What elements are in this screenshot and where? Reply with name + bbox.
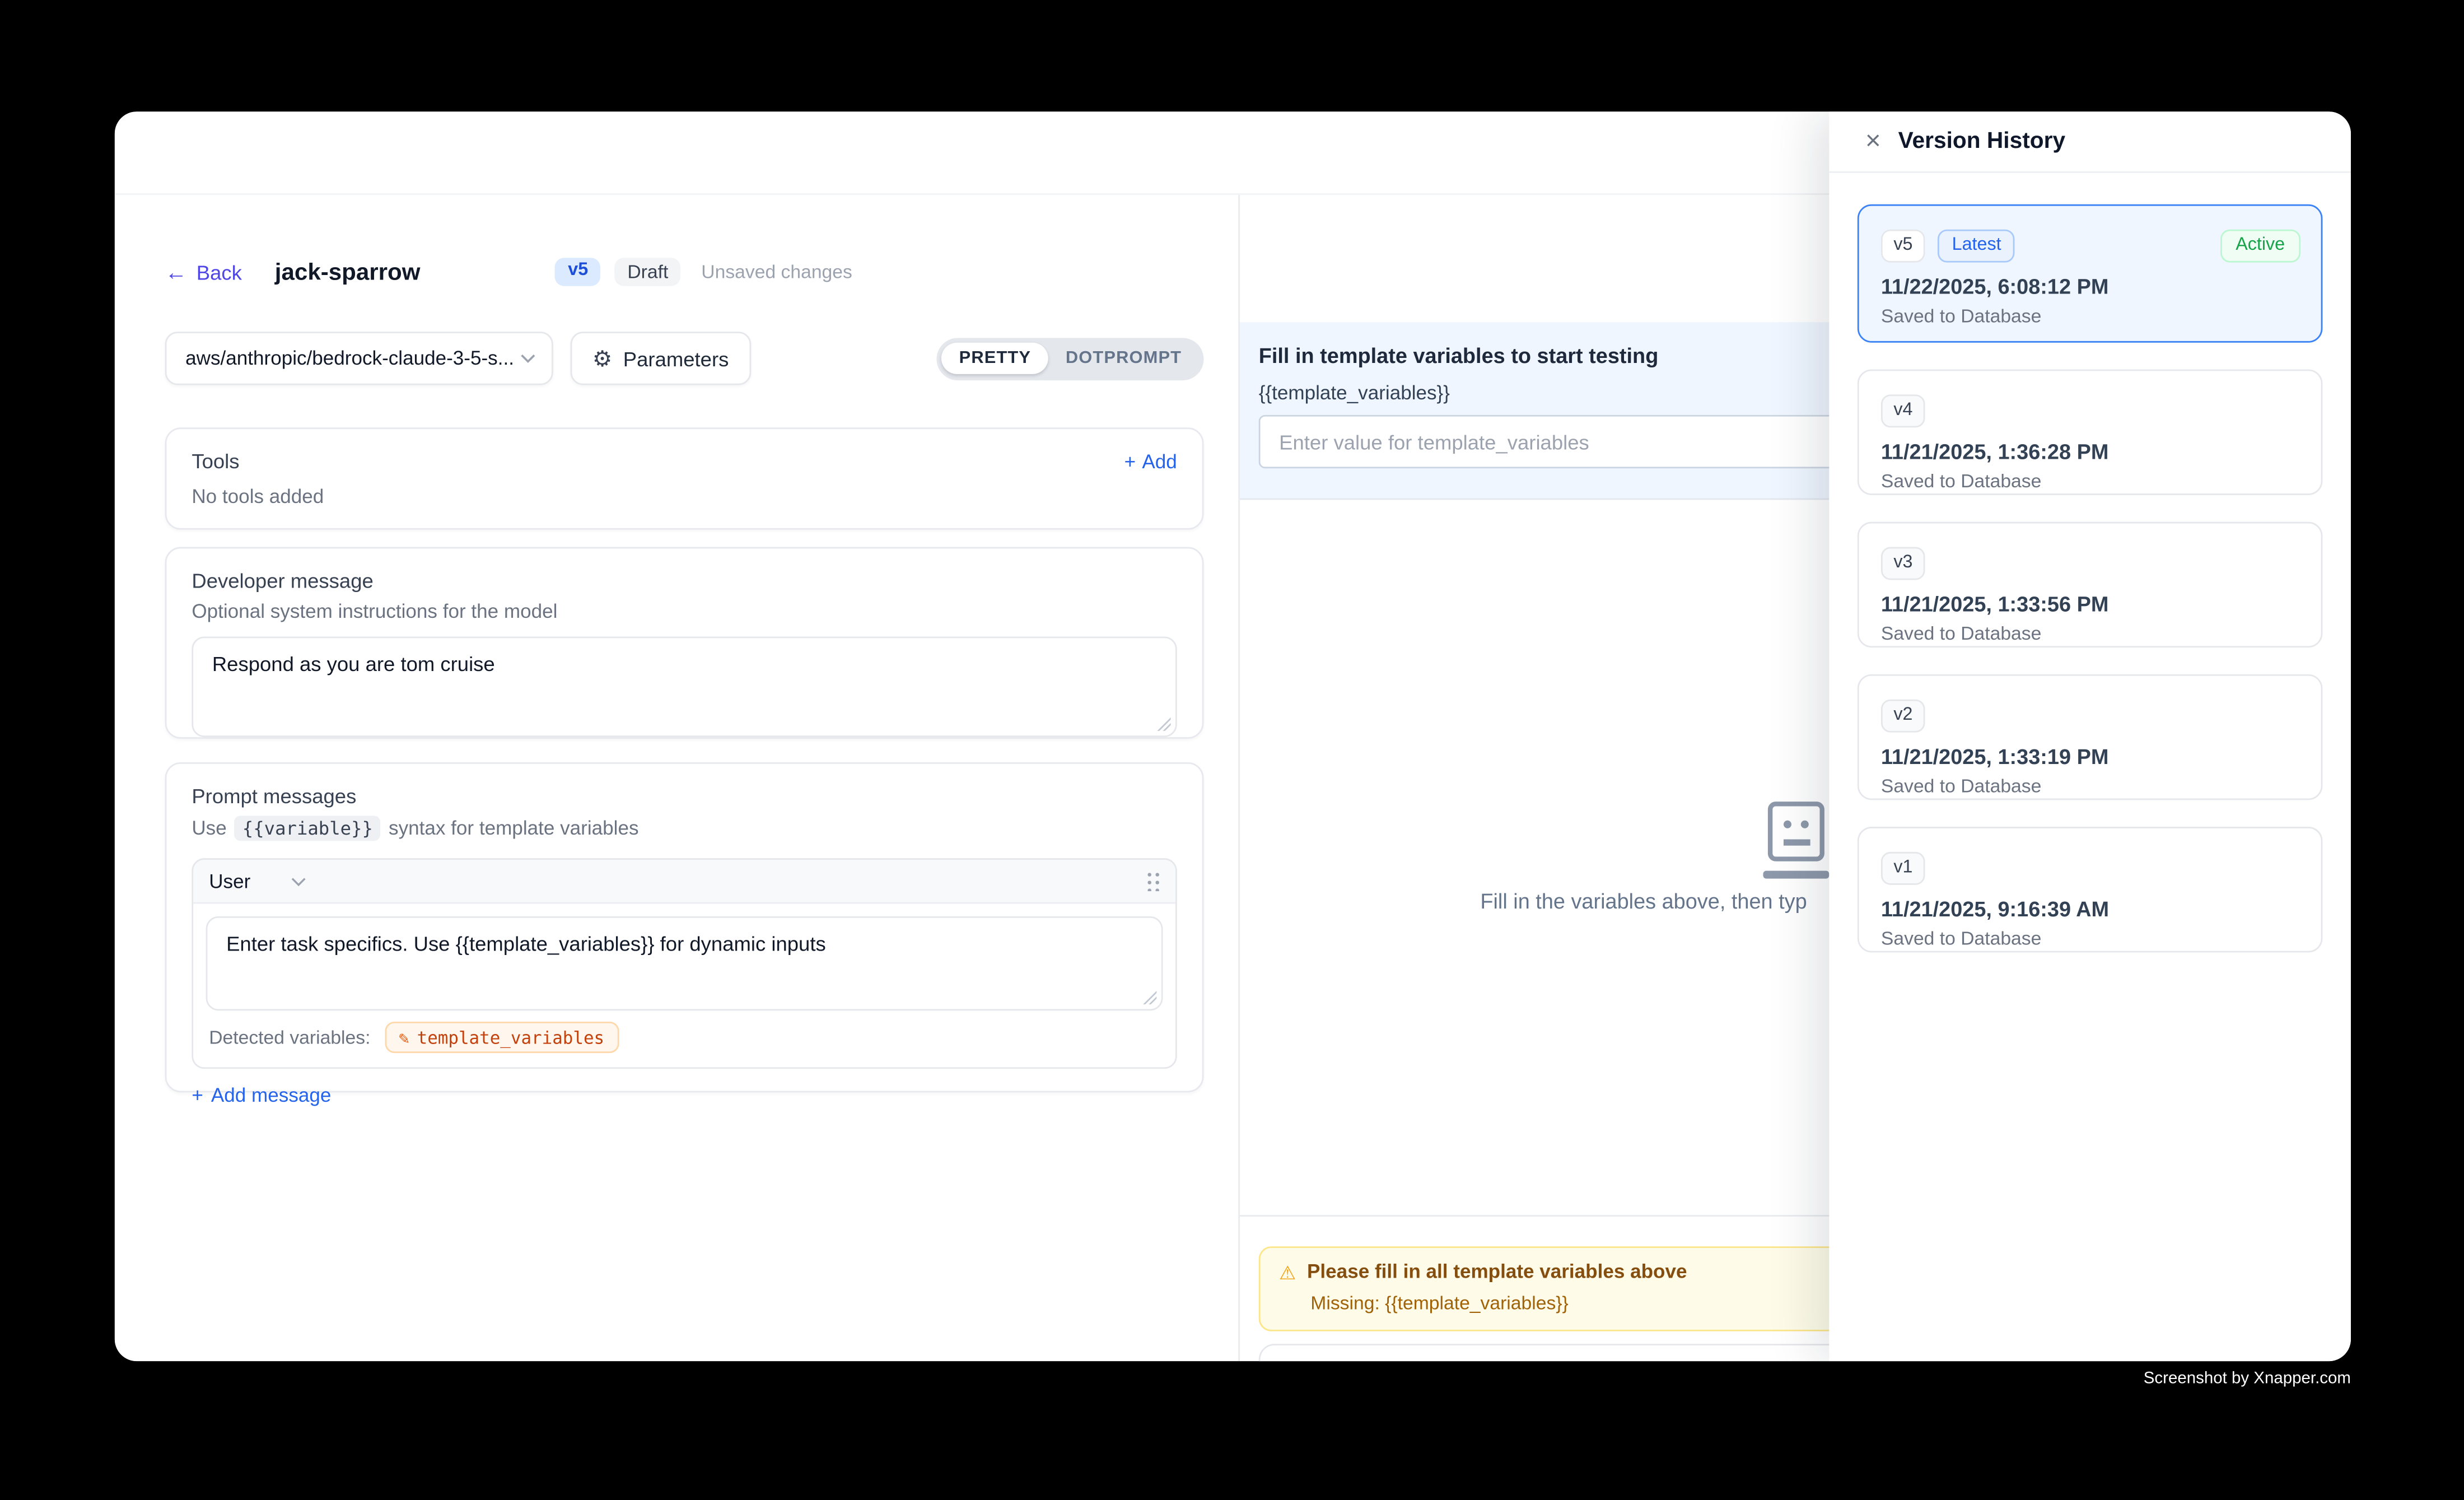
developer-message-textarea[interactable]: Respond as you are tom cruise xyxy=(192,636,1177,737)
format-toggle-option-pretty[interactable]: PRETTY xyxy=(942,342,1048,374)
prompt-messages-title: Prompt messages xyxy=(192,784,1177,808)
drag-handle-icon[interactable] xyxy=(1146,871,1160,891)
version-number-badge: v1 xyxy=(1881,852,1925,884)
version-entry[interactable]: v1 11/21/2025, 9:16:39 AM Saved to Datab… xyxy=(1858,827,2323,952)
variable-syntax-chip: {{variable}} xyxy=(235,816,381,841)
version-number-badge: v5 xyxy=(1881,230,1925,262)
model-select[interactable]: aws/anthropic/bedrock-claude-3-5-s... xyxy=(165,332,553,385)
version-status: Saved to Database xyxy=(1881,927,2299,949)
message-role-header: User xyxy=(193,860,1175,904)
version-timestamp: 11/21/2025, 1:36:28 PM xyxy=(1881,440,2299,463)
back-label: Back xyxy=(197,260,242,283)
back-arrow-icon: ← xyxy=(165,261,187,283)
draft-badge: Draft xyxy=(615,258,681,286)
version-timestamp: 11/21/2025, 9:16:39 AM xyxy=(1881,897,2299,921)
version-history-header: × Version History xyxy=(1829,111,2351,173)
pencil-icon: ✎ xyxy=(399,1029,409,1046)
screenshot-stage: ← Back jack-sparrow v5 Draft Unsaved cha… xyxy=(0,0,2464,1499)
warning-title: Please fill in all template variables ab… xyxy=(1307,1261,1687,1283)
role-select[interactable] xyxy=(291,876,307,886)
model-toolbar: aws/anthropic/bedrock-claude-3-5-s... ⚙ … xyxy=(165,332,1204,385)
parameters-label: Parameters xyxy=(623,347,729,370)
version-timestamp: 11/22/2025, 6:08:12 PM xyxy=(1881,275,2299,299)
message-textarea[interactable]: Enter task specifics. Use {{template_var… xyxy=(206,916,1163,1010)
back-button[interactable]: ← Back xyxy=(165,260,242,283)
version-number-badge: v3 xyxy=(1881,547,1925,580)
parameters-button[interactable]: ⚙ Parameters xyxy=(571,332,751,385)
version-status: Saved to Database xyxy=(1881,469,2299,491)
version-entry[interactable]: v3 11/21/2025, 1:33:56 PM Saved to Datab… xyxy=(1858,522,2323,647)
prompt-messages-section: Prompt messages Use {{variable}} syntax … xyxy=(165,762,1204,1092)
add-message-label: Add message xyxy=(211,1084,331,1106)
app-window: ← Back jack-sparrow v5 Draft Unsaved cha… xyxy=(115,111,2351,1361)
subtitle-suffix: syntax for template variables xyxy=(389,817,638,839)
format-toggle: PRETTY DOTPROMPT xyxy=(937,337,1203,380)
page-title: jack-sparrow xyxy=(275,259,421,286)
robot-icon-base xyxy=(1762,871,1828,879)
version-status: Saved to Database xyxy=(1881,622,2299,644)
unsaved-changes-label: Unsaved changes xyxy=(701,261,852,283)
version-history-list: v5 Latest Active 11/22/2025, 6:08:12 PM … xyxy=(1829,173,2351,953)
chevron-down-icon xyxy=(291,876,307,886)
version-timestamp: 11/21/2025, 1:33:19 PM xyxy=(1881,745,2299,768)
template-variable-name: template_variables xyxy=(417,1027,605,1047)
latest-badge: Latest xyxy=(1938,230,2015,262)
subtitle-prefix: Use xyxy=(192,817,226,839)
tools-title: Tools xyxy=(192,450,239,473)
version-number-badge: v4 xyxy=(1881,394,1925,427)
version-timestamp: 11/21/2025, 1:33:56 PM xyxy=(1881,592,2299,616)
plus-icon: + xyxy=(192,1084,203,1106)
add-tool-label: Add xyxy=(1142,450,1177,472)
add-message-button[interactable]: + Add message xyxy=(192,1084,331,1106)
role-select-value: User xyxy=(209,870,250,892)
developer-message-title: Developer message xyxy=(192,569,1177,593)
prompt-editor-panel: ← Back jack-sparrow v5 Draft Unsaved cha… xyxy=(115,195,1238,1361)
robot-icon xyxy=(1767,802,1823,861)
warning-icon: ⚠ xyxy=(1279,1261,1296,1287)
gear-icon: ⚙ xyxy=(592,347,612,369)
format-toggle-option-dotprompt[interactable]: DOTPROMPT xyxy=(1048,342,1199,374)
developer-message-subtitle: Optional system instructions for the mod… xyxy=(192,600,1177,622)
version-entry[interactable]: v5 Latest Active 11/22/2025, 6:08:12 PM … xyxy=(1858,204,2323,343)
active-badge: Active xyxy=(2220,230,2300,262)
version-number-badge: v2 xyxy=(1881,700,1925,732)
version-entry[interactable]: v2 11/21/2025, 1:33:19 PM Saved to Datab… xyxy=(1858,674,2323,800)
plus-icon: + xyxy=(1124,450,1136,472)
chevron-down-icon xyxy=(520,353,536,363)
developer-message-section: Developer message Optional system instru… xyxy=(165,547,1204,739)
add-tool-button[interactable]: + Add xyxy=(1124,450,1177,472)
page-header: ← Back jack-sparrow v5 Draft Unsaved cha… xyxy=(165,251,1204,292)
message-block: User Enter task specifics. Use {{templat… xyxy=(192,858,1177,1069)
watermark: Screenshot by Xnapper.com xyxy=(2144,1369,2351,1388)
detected-variables-row: Detected variables: ✎ template_variables xyxy=(193,1010,1175,1067)
detected-variables-label: Detected variables: xyxy=(209,1026,370,1048)
tools-empty-text: No tools added xyxy=(192,486,1177,507)
version-history-panel: × Version History v5 Latest Active 11/22… xyxy=(1829,111,2351,1361)
empty-state-text: Fill in the variables above, then typ xyxy=(1480,889,1807,913)
template-variable-chip[interactable]: ✎ template_variables xyxy=(385,1022,619,1053)
prompt-messages-subtitle: Use {{variable}} syntax for template var… xyxy=(192,816,1177,841)
close-icon[interactable]: × xyxy=(1865,127,1881,154)
version-history-title: Version History xyxy=(1898,129,2066,154)
version-entry[interactable]: v4 11/21/2025, 1:36:28 PM Saved to Datab… xyxy=(1858,369,2323,495)
version-badge: v5 xyxy=(556,258,601,286)
version-status: Saved to Database xyxy=(1881,775,2299,796)
version-status: Saved to Database xyxy=(1881,305,2299,327)
tools-section: Tools + Add No tools added xyxy=(165,427,1204,529)
model-select-value: aws/anthropic/bedrock-claude-3-5-s... xyxy=(185,347,520,369)
